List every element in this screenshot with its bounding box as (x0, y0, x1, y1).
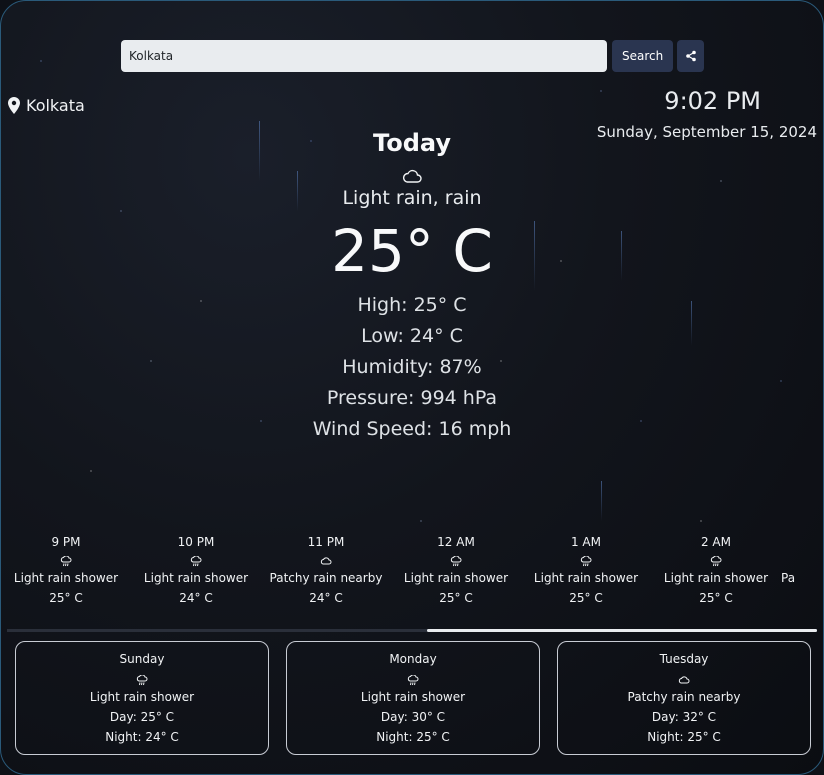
hour-condition: Patchy rain nearby (269, 571, 383, 585)
daily-forecast: Sunday Light rain shower Day: 25° C Nigh… (15, 641, 811, 755)
hourly-forecast[interactable]: 9 PM Light rain shower 25° C 10 PM Light… (1, 535, 823, 605)
daily-condition: Light rain shower (89, 690, 195, 704)
hour-condition: Light rain shower (663, 571, 769, 585)
rain-cloud-icon (450, 555, 462, 566)
current-weather: Today Light rain, rain 25° C High: 25° C… (1, 129, 823, 440)
share-button[interactable] (677, 40, 705, 72)
location-label: Kolkata (8, 96, 85, 115)
hour-time: 9 PM (51, 535, 81, 549)
hour-temp: 25° C (569, 591, 603, 605)
rain-cloud-icon (60, 555, 72, 566)
cloud-icon (678, 676, 690, 684)
search-bar: Search (121, 40, 705, 72)
cloud-icon (402, 169, 422, 183)
daily-night-temp: Night: 25° C (647, 730, 721, 744)
search-button[interactable]: Search (612, 40, 674, 72)
rain-cloud-icon (407, 674, 419, 685)
daily-day-temp: Day: 30° C (380, 710, 446, 724)
rain-cloud-icon (190, 555, 202, 566)
rain-cloud-icon (710, 555, 722, 566)
pressure: Pressure: 994 hPa (326, 387, 498, 409)
current-temperature: 25° C (331, 217, 493, 285)
high-temp: High: 25° C (357, 294, 467, 316)
daily-day-temp: Day: 25° C (109, 710, 175, 724)
map-pin-icon (8, 97, 20, 114)
hour-time: 1 AM (570, 535, 601, 549)
hour-time: 11 PM (307, 535, 345, 549)
hour-temp: 25° C (49, 591, 83, 605)
hourly-item: 10 PM Light rain shower 24° C (131, 535, 261, 605)
share-icon (685, 50, 696, 62)
hour-time (781, 535, 821, 551)
hourly-item: 9 PM Light rain shower 25° C (1, 535, 131, 605)
daily-day-temp: Day: 32° C (651, 710, 717, 724)
current-condition: Light rain, rain (342, 187, 482, 209)
hour-temp: 25° C (439, 591, 473, 605)
hour-condition: Light rain shower (143, 571, 249, 585)
scrollbar-thumb[interactable] (427, 629, 817, 632)
hourly-item: 11 PM Patchy rain nearby 24° C (261, 535, 391, 605)
rain-cloud-icon (580, 555, 592, 566)
current-day-title: Today (373, 129, 451, 157)
hour-time: 10 PM (177, 535, 215, 549)
rain-cloud-icon (136, 674, 148, 685)
daily-condition: Light rain shower (360, 690, 466, 704)
daily-night-temp: Night: 24° C (105, 730, 179, 744)
daily-condition: Patchy rain nearby (627, 690, 741, 704)
star-streak (601, 481, 602, 521)
hour-condition: Light rain shower (403, 571, 509, 585)
hour-condition: Light rain shower (13, 571, 119, 585)
hour-time: 12 AM (437, 535, 475, 549)
current-icon-wrap (1, 157, 823, 183)
hourly-item: 2 AM Light rain shower 25° C (651, 535, 781, 605)
wind-speed: Wind Speed: 16 mph (312, 418, 512, 440)
hour-condition: Pa (781, 571, 796, 585)
location-name: Kolkata (26, 96, 85, 115)
hour-temp: 25° C (699, 591, 733, 605)
hour-time: 2 AM (700, 535, 731, 549)
hourly-item: 1 AM Light rain shower 25° C (521, 535, 651, 605)
daily-card: Sunday Light rain shower Day: 25° C Nigh… (15, 641, 269, 755)
weather-app: Search Kolkata 9:02 PM Sunday, September… (0, 0, 824, 775)
daily-day-name: Tuesday (659, 652, 709, 666)
low-temp: Low: 24° C (361, 325, 463, 347)
current-time: 9:02 PM (664, 87, 761, 115)
search-input[interactable] (121, 40, 607, 72)
daily-day-name: Sunday (119, 652, 165, 666)
hour-temp: 24° C (309, 591, 343, 605)
daily-card: Tuesday Patchy rain nearby Day: 32° C Ni… (557, 641, 811, 755)
cloud-icon (320, 557, 332, 565)
daily-day-name: Monday (389, 652, 437, 666)
daily-night-temp: Night: 25° C (376, 730, 450, 744)
hour-temp: 24° C (179, 591, 213, 605)
hourly-item-partial: Pa (781, 535, 821, 605)
daily-card: Monday Light rain shower Day: 30° C Nigh… (286, 641, 540, 755)
hour-condition: Light rain shower (533, 571, 639, 585)
hourly-scrollbar[interactable] (7, 629, 817, 632)
hourly-item: 12 AM Light rain shower 25° C (391, 535, 521, 605)
humidity: Humidity: 87% (342, 356, 482, 378)
